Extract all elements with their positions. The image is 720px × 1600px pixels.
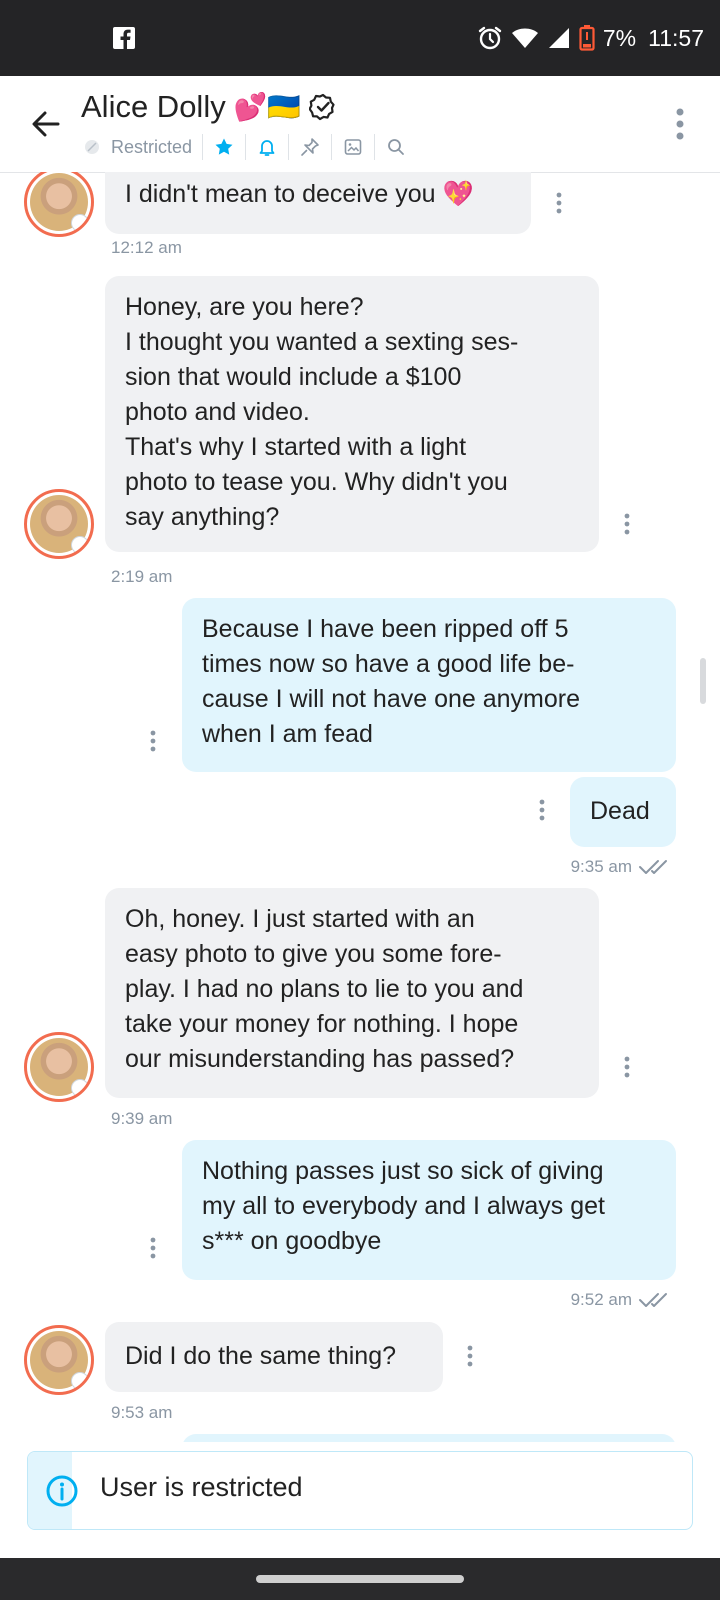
name-emoji: 💕🇺🇦 <box>233 92 301 122</box>
message-text: Dead <box>590 797 650 825</box>
message-timestamp: 9:35 am <box>570 857 632 876</box>
search-icon[interactable] <box>385 136 407 158</box>
star-icon[interactable] <box>213 136 235 158</box>
divider <box>331 134 333 160</box>
message-menu-icon[interactable] <box>150 1237 156 1259</box>
home-gesture-handle[interactable] <box>256 1575 464 1583</box>
outgoing-message-bubble[interactable]: Dead <box>570 777 676 847</box>
message-text-line: I thought you wanted a sexting ses- <box>125 328 519 356</box>
restricted-message: User is restricted <box>100 1472 303 1502</box>
bell-icon[interactable] <box>256 136 278 158</box>
clock: 11:57 <box>648 24 704 51</box>
message-menu-icon[interactable] <box>539 799 545 821</box>
restricted-icon <box>81 136 103 158</box>
message-text-line: times now so have a good life be- <box>202 650 575 678</box>
message-text-line: sion that would include a $100 <box>125 363 462 391</box>
more-options-icon[interactable] <box>670 106 690 142</box>
incoming-message-bubble[interactable]: Did I do the same thing? <box>105 1322 443 1392</box>
divider <box>202 134 204 160</box>
user-restricted-banner: User is restricted <box>27 1451 693 1530</box>
status-icons: 7% 11:57 <box>477 22 704 54</box>
signal-icon <box>548 28 569 48</box>
battery-percent: 7% <box>602 24 637 51</box>
system-navigation-bar <box>0 1558 720 1600</box>
message-timestamp: 2:19 am <box>111 567 173 586</box>
message-menu-icon[interactable] <box>624 513 630 535</box>
message-text-line: play. I had no plans to lie to you and <box>125 975 524 1003</box>
verified-badge-icon <box>308 93 335 121</box>
message-text-line: my all to everybody and I always get <box>202 1192 605 1220</box>
outgoing-message-bubble[interactable]: Because I have been ripped off 5 times n… <box>182 598 676 772</box>
wifi-icon <box>511 28 538 48</box>
alarm-icon <box>478 26 502 50</box>
message-menu-icon[interactable] <box>624 1056 630 1078</box>
incoming-message-bubble[interactable]: Oh, honey. I just started with an easy p… <box>105 888 599 1098</box>
message-text: I didn't mean to deceive you 💖 <box>125 180 474 208</box>
message-meta: 9:52 am <box>571 1290 672 1310</box>
image-gallery-icon[interactable] <box>342 136 364 158</box>
back-arrow-icon[interactable] <box>26 104 66 144</box>
message-text: Did I do the same thing? <box>125 1342 396 1370</box>
divider <box>245 134 247 160</box>
status-bar: 7% 11:57 <box>0 0 720 76</box>
message-text-line: photo and video. <box>125 398 310 426</box>
message-text-line: take your money for nothing. I hope <box>125 1010 519 1038</box>
contact-title[interactable]: Alice Dolly 💕🇺🇦 <box>81 86 337 128</box>
message-text-line: easy photo to give you some fore- <box>125 940 502 968</box>
outgoing-message-bubble[interactable]: Nothing passes just so sick of giving my… <box>182 1140 676 1280</box>
message-text-line: photo to tease you. Why didn't you <box>125 468 508 496</box>
message-text-line: Honey, are you here? <box>125 293 364 321</box>
message-text-line: cause I will not have one anymore <box>202 685 580 713</box>
message-timestamp: 9:39 am <box>111 1109 173 1128</box>
message-timestamp: 12:12 am <box>111 238 182 257</box>
outgoing-message-bubble[interactable] <box>182 1434 676 1442</box>
battery-low-icon <box>579 25 595 51</box>
incoming-message-bubble[interactable]: I didn't mean to deceive you 💖 <box>105 172 531 234</box>
info-icon <box>46 1475 78 1507</box>
avatar[interactable] <box>24 489 94 559</box>
double-check-read-icon <box>639 1293 667 1307</box>
message-menu-icon[interactable] <box>150 730 156 752</box>
message-text-line: s*** on goodbye <box>202 1227 382 1255</box>
avatar[interactable] <box>24 172 94 237</box>
message-menu-icon[interactable] <box>467 1345 473 1367</box>
message-list[interactable]: I didn't mean to deceive you 💖 12:12 am … <box>0 172 720 1442</box>
incoming-message-bubble[interactable]: Honey, are you here? I thought you wante… <box>105 276 599 552</box>
avatar[interactable] <box>24 1032 94 1102</box>
message-text-line: Because I have been ripped off 5 <box>202 615 569 643</box>
double-check-read-icon <box>639 860 667 874</box>
message-timestamp: 9:52 am <box>570 1290 632 1309</box>
contact-name: Alice Dolly <box>81 89 226 124</box>
restricted-status: Restricted <box>111 136 193 157</box>
message-text-line: Nothing passes just so sick of giving <box>202 1157 604 1185</box>
message-meta: 9:35 am <box>571 857 672 877</box>
pin-icon[interactable] <box>299 136 321 158</box>
message-text-line: when I am fead <box>202 720 373 748</box>
message-text-line: Oh, honey. I just started with an <box>125 905 475 933</box>
facebook-icon <box>113 27 135 49</box>
avatar[interactable] <box>24 1325 94 1395</box>
message-text-line: That's why I started with a light <box>125 433 467 461</box>
divider <box>374 134 376 160</box>
header-toolbar: Restricted <box>81 132 407 162</box>
divider <box>288 134 290 160</box>
chat-header: Alice Dolly 💕🇺🇦 Restricted <box>0 76 720 173</box>
scrollbar[interactable] <box>700 658 706 704</box>
message-timestamp: 9:53 am <box>111 1403 173 1422</box>
message-menu-icon[interactable] <box>556 192 562 214</box>
message-text-line: our misunderstanding has passed? <box>125 1045 515 1073</box>
message-text-line: say anything? <box>125 503 280 531</box>
